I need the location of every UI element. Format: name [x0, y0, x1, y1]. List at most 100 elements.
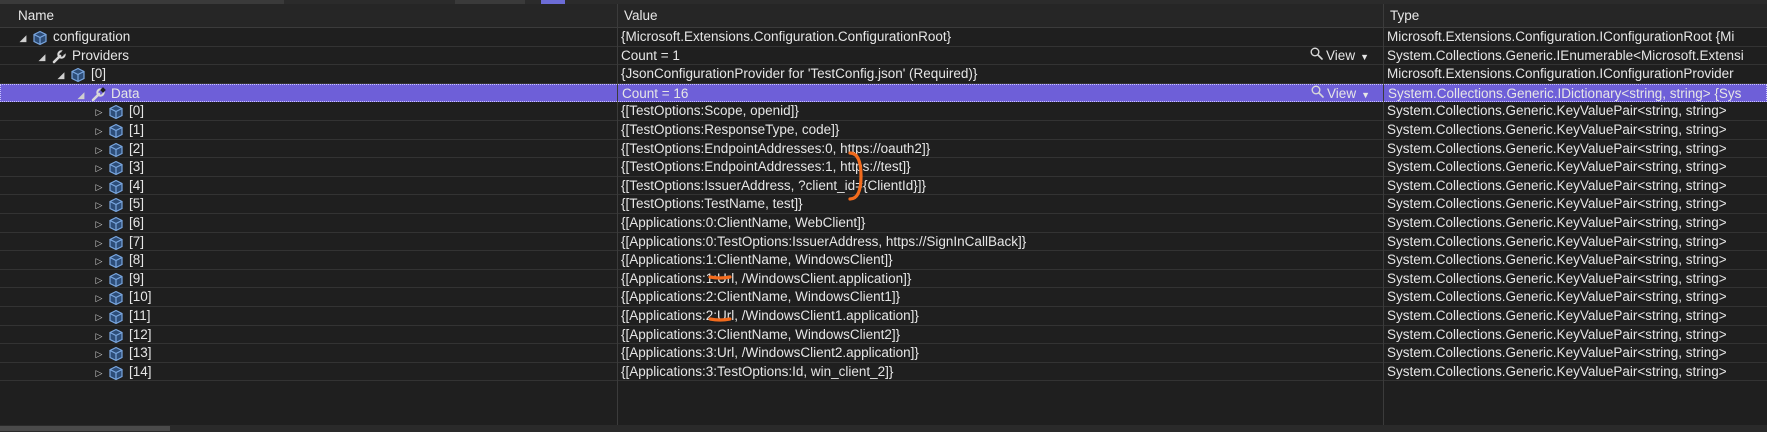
type-cell: System.Collections.Generic.KeyValuePair<…: [1387, 326, 1727, 342]
name-cell[interactable]: ▷ [6]: [0, 214, 617, 234]
collapse-arrow-icon[interactable]: ◢: [37, 47, 47, 67]
expand-arrow-icon[interactable]: ▷: [94, 121, 104, 141]
chevron-down-icon[interactable]: ▼: [1361, 90, 1370, 100]
expand-arrow-icon[interactable]: ▷: [94, 214, 104, 234]
tree-row[interactable]: ▷ [11] {[Applications:2:Url, /WindowsClien…: [0, 307, 1767, 326]
cube-icon: [108, 235, 124, 251]
value-cell[interactable]: {JsonConfigurationProvider for 'TestConf…: [618, 65, 1383, 85]
scrollbar-thumb[interactable]: [0, 426, 170, 431]
name-label: [0]: [129, 103, 145, 119]
value-cell[interactable]: Count = 1 View ▼: [618, 47, 1383, 67]
view-label: View: [1326, 47, 1356, 63]
column-divider[interactable]: [1383, 28, 1384, 432]
expand-arrow-icon[interactable]: ▷: [94, 140, 104, 160]
name-cell[interactable]: ▷ [8]: [0, 251, 617, 271]
expand-arrow-icon[interactable]: ▷: [94, 251, 104, 271]
name-cell[interactable]: ▷ [12]: [0, 326, 617, 346]
tree-row[interactable]: ▷ [1] {[TestOptions:ResponseType, code]} Sy…: [0, 121, 1767, 140]
tree-row[interactable]: ▷ [2] {[TestOptions:EndpointAddresses:0, h…: [0, 140, 1767, 159]
value-cell[interactable]: {Microsoft.Extensions.Configuration.Conf…: [618, 28, 1383, 48]
expand-arrow-icon[interactable]: ▷: [94, 177, 104, 197]
name-cell[interactable]: ▷ [11]: [0, 307, 617, 327]
expand-arrow-icon[interactable]: ▷: [94, 363, 104, 383]
expand-arrow-icon[interactable]: ▷: [94, 326, 104, 346]
cube-icon: [108, 309, 124, 325]
value-cell[interactable]: {[Applications:2:Url, /WindowsClient1.ap…: [618, 307, 1383, 327]
value-cell[interactable]: {[TestOptions:IssuerAddress, ?client_id=…: [618, 177, 1383, 197]
tree-row[interactable]: ◢ Providers Count = 1 View ▼ System.Collectio…: [0, 47, 1767, 66]
value-text: {JsonConfigurationProvider for 'TestConf…: [621, 66, 978, 82]
name-cell[interactable]: ◢ Providers: [0, 47, 617, 67]
value-text: {[TestOptions:EndpointAddresses:0, https…: [621, 140, 931, 156]
value-cell[interactable]: {[Applications:3:ClientName, WindowsClie…: [618, 326, 1383, 346]
tree-row[interactable]: ▷ [8] {[Applications:1:ClientName, Windows…: [0, 251, 1767, 270]
value-text: {[Applications:3:ClientName, WindowsClie…: [621, 326, 901, 342]
tree-row[interactable]: ▷ [14] {[Applications:3:TestOptions:Id, wi…: [0, 363, 1767, 382]
expand-arrow-icon[interactable]: ▷: [94, 158, 104, 178]
collapse-arrow-icon[interactable]: ◢: [18, 28, 28, 48]
name-cell[interactable]: ▷ [14]: [0, 363, 617, 383]
name-cell[interactable]: ▷ [0]: [0, 102, 617, 122]
value-cell[interactable]: {[TestOptions:EndpointAddresses:1, https…: [618, 158, 1383, 178]
type-cell: System.Collections.Generic.KeyValuePair<…: [1387, 196, 1727, 212]
type-cell: System.Collections.Generic.KeyValuePair<…: [1387, 345, 1727, 361]
chevron-down-icon[interactable]: ▼: [1360, 52, 1369, 62]
value-cell[interactable]: {[TestOptions:Scope, openid]}: [618, 102, 1383, 122]
name-cell[interactable]: ▷ [7]: [0, 233, 617, 253]
name-cell[interactable]: ◢ [0]: [0, 65, 617, 85]
tree-row[interactable]: ◢ [0] {JsonConfigurationProvider for 'Test…: [0, 65, 1767, 84]
type-cell: System.Collections.Generic.KeyValuePair<…: [1387, 252, 1727, 268]
value-text: Count = 1: [621, 47, 680, 63]
column-header-name[interactable]: Name: [12, 4, 618, 27]
expand-arrow-icon[interactable]: ▷: [94, 195, 104, 215]
column-divider[interactable]: [617, 28, 618, 432]
value-cell[interactable]: {[Applications:3:TestOptions:Id, win_cli…: [618, 363, 1383, 383]
value-cell[interactable]: {[TestOptions:EndpointAddresses:0, https…: [618, 140, 1383, 160]
expand-arrow-icon[interactable]: ▷: [94, 288, 104, 308]
tree-row[interactable]: ▷ [5] {[TestOptions:TestName, test]} System…: [0, 195, 1767, 214]
name-cell[interactable]: ▷ [9]: [0, 270, 617, 290]
type-cell: System.Collections.Generic.IEnumerable<M…: [1387, 47, 1744, 63]
column-header-type[interactable]: Type: [1384, 4, 1767, 27]
value-text: {Microsoft.Extensions.Configuration.Conf…: [621, 29, 952, 44]
name-cell[interactable]: ▷ [5]: [0, 195, 617, 215]
name-cell[interactable]: ▷ [3]: [0, 158, 617, 178]
value-cell[interactable]: {[Applications:0:TestOptions:IssuerAddre…: [618, 233, 1383, 253]
tree-row[interactable]: ◢ Data Count = 16 View ▼ System.Collections.G…: [0, 83, 1767, 103]
value-cell[interactable]: {[TestOptions:TestName, test]}: [618, 195, 1383, 215]
tree-row[interactable]: ▷ [13] {[Applications:3:Url, /WindowsClien…: [0, 344, 1767, 363]
name-cell[interactable]: ▷ [4]: [0, 177, 617, 197]
tree-row[interactable]: ▷ [6] {[Applications:0:ClientName, WebClie…: [0, 214, 1767, 233]
name-cell[interactable]: ▷ [1]: [0, 121, 617, 141]
value-cell[interactable]: {[TestOptions:ResponseType, code]}: [618, 121, 1383, 141]
value-cell[interactable]: {[Applications:1:ClientName, WindowsClie…: [618, 251, 1383, 271]
horizontal-scrollbar[interactable]: [0, 425, 1767, 432]
collapse-arrow-icon[interactable]: ◢: [56, 65, 66, 85]
tree-row[interactable]: ▷ [12] {[Applications:3:ClientName, Window…: [0, 326, 1767, 345]
column-header-value[interactable]: Value: [618, 4, 1384, 27]
tree-row[interactable]: ▷ [3] {[TestOptions:EndpointAddresses:1, h…: [0, 158, 1767, 177]
name-cell[interactable]: ▷ [13]: [0, 344, 617, 364]
tree-row[interactable]: ◢ configuration {Microsoft.Extensions.Conf…: [0, 28, 1767, 47]
expand-arrow-icon[interactable]: ▷: [94, 307, 104, 327]
tree-row[interactable]: ▷ [7] {[Applications:0:TestOptions:IssuerA…: [0, 233, 1767, 252]
expand-arrow-icon[interactable]: ▷: [94, 270, 104, 290]
value-cell[interactable]: {[Applications:0:ClientName, WebClient]}: [618, 214, 1383, 234]
name-label: [13]: [129, 345, 152, 361]
type-cell: System.Collections.Generic.KeyValuePair<…: [1387, 289, 1727, 305]
expand-arrow-icon[interactable]: ▷: [94, 102, 104, 122]
view-visualizer-button[interactable]: View ▼: [1310, 47, 1369, 67]
tree-row[interactable]: ▷ [10] {[Applications:2:ClientName, Window…: [0, 288, 1767, 307]
name-label: [2]: [129, 140, 145, 156]
name-cell[interactable]: ▷ [10]: [0, 288, 617, 308]
value-cell[interactable]: {[Applications:2:ClientName, WindowsClie…: [618, 288, 1383, 308]
name-cell[interactable]: ▷ [2]: [0, 140, 617, 160]
tree-row[interactable]: ▷ [0] {[TestOptions:Scope, openid]} System.…: [0, 102, 1767, 121]
expand-arrow-icon[interactable]: ▷: [94, 344, 104, 364]
tree-row[interactable]: ▷ [9] {[Applications:1:Url, /WindowsClient…: [0, 270, 1767, 289]
name-cell[interactable]: ◢ configuration: [0, 28, 617, 48]
tree-row[interactable]: ▷ [4] {[TestOptions:IssuerAddress, ?client…: [0, 177, 1767, 196]
value-cell[interactable]: {[Applications:3:Url, /WindowsClient2.ap…: [618, 344, 1383, 364]
expand-arrow-icon[interactable]: ▷: [94, 233, 104, 253]
value-cell[interactable]: {[Applications:1:Url, /WindowsClient.app…: [618, 270, 1383, 290]
